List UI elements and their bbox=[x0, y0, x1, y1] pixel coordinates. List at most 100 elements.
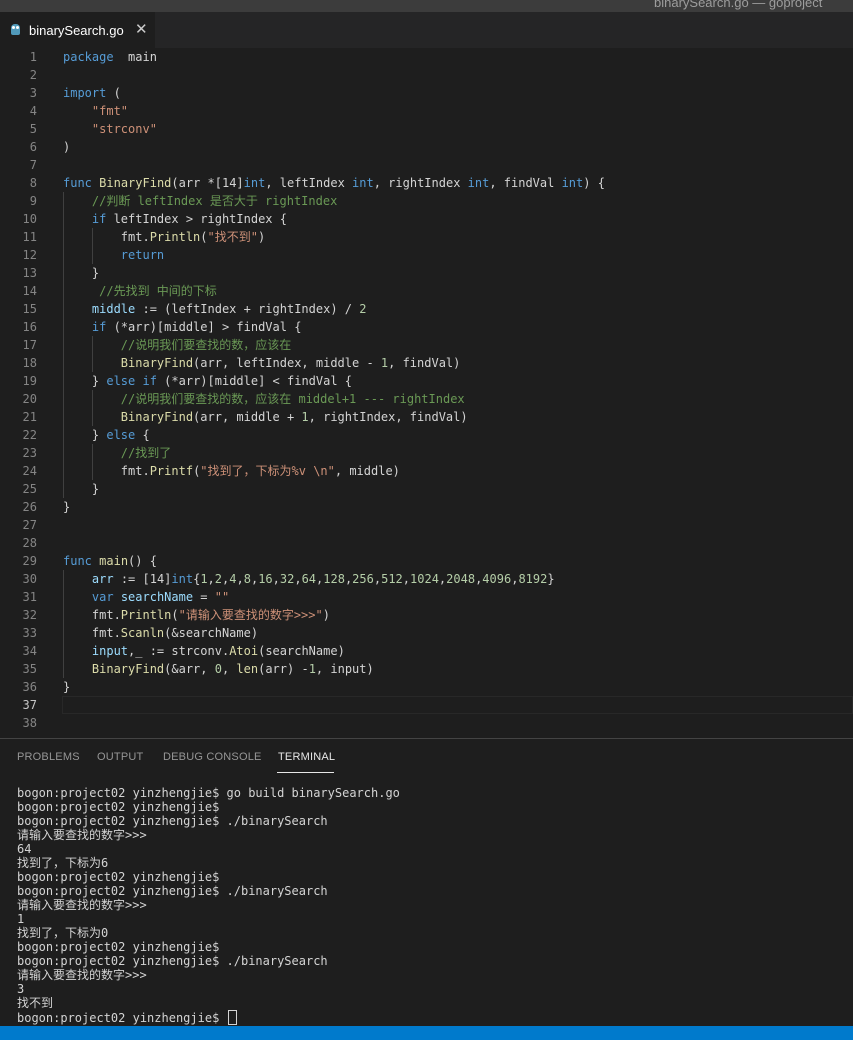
code-editor[interactable]: 1 package main 2 3 import (4 "fmt" 5 "strconv… bbox=[0, 48, 853, 738]
terminal-line: bogon:project02 yinzhengjie$ ./binarySea… bbox=[17, 954, 400, 968]
current-line-highlight bbox=[62, 696, 853, 714]
code-line[interactable]: 7 bbox=[0, 156, 853, 174]
code-line[interactable]: 10 if leftIndex > rightIndex { bbox=[0, 210, 853, 228]
terminal-line-text: bogon:project02 yinzhengjie$ bbox=[17, 800, 220, 814]
code-line[interactable]: 24 fmt.Printf("找到了，下标为%v \n", middle) bbox=[0, 462, 853, 480]
line-number: 32 bbox=[22, 608, 37, 622]
code-line[interactable]: 15 middle := (leftIndex + rightIndex) / … bbox=[0, 300, 853, 318]
code-line[interactable]: 32 fmt.Println("请输入要查找的数字>>>") bbox=[0, 606, 853, 624]
line-number: 12 bbox=[22, 248, 37, 262]
code-line[interactable]: 18 BinaryFind(arr, leftIndex, middle - 1… bbox=[0, 354, 853, 372]
code-token: //先找到 中间的下标 bbox=[99, 284, 217, 298]
code-token: BinaryFind bbox=[91, 662, 165, 676]
code-token: 128 bbox=[323, 572, 345, 586]
code-line[interactable]: 16 if (*arr)[middle] > findVal { bbox=[0, 318, 853, 336]
tab-problems[interactable]: PROBLEMS bbox=[17, 751, 80, 763]
line-number: 26 bbox=[22, 500, 37, 514]
status-bar bbox=[0, 1026, 853, 1040]
tab-output[interactable]: OUTPUT bbox=[97, 751, 143, 763]
code-token: , bbox=[221, 662, 237, 676]
terminal-line-text: 3 bbox=[17, 982, 25, 996]
code-line[interactable]: 26} bbox=[0, 498, 853, 516]
code-line[interactable]: 31 var searchName = "" bbox=[0, 588, 853, 606]
tab-terminal[interactable]: TERMINAL bbox=[278, 751, 335, 763]
code-token: 2048 bbox=[446, 572, 476, 586]
code-line[interactable]: 34 input,_ := strconv.Atoi(searchName) bbox=[0, 642, 853, 660]
code-line[interactable]: 17 //说明我们要查找的数，应该在 bbox=[0, 336, 853, 354]
code-line[interactable]: 3 import ( bbox=[0, 84, 853, 102]
code-line[interactable]: 8 func BinaryFind(arr *[14]int, leftIndex… bbox=[0, 174, 853, 192]
code-line[interactable]: 5 "strconv" bbox=[0, 120, 853, 138]
code-line[interactable]: 36} bbox=[0, 678, 853, 696]
code-line[interactable]: 1 package main bbox=[0, 48, 853, 66]
line-number: 4 bbox=[29, 104, 37, 118]
line-number: 22 bbox=[22, 428, 37, 442]
line-number: 11 bbox=[22, 230, 37, 244]
code-line[interactable]: 14 //先找到 中间的下标 bbox=[0, 282, 853, 300]
code-token: (arr, leftIndex, middle - bbox=[193, 356, 381, 370]
code-token: func bbox=[63, 554, 92, 568]
terminal-line-text: 64 bbox=[17, 842, 32, 856]
code-line[interactable]: 12 return bbox=[0, 246, 853, 264]
code-line[interactable]: 21 BinaryFind(arr, middle + 1, rightInde… bbox=[0, 408, 853, 426]
code-line[interactable]: 11 fmt.Println("找不到") bbox=[0, 228, 853, 246]
line-number: 3 bbox=[29, 86, 37, 100]
terminal-cursor bbox=[227, 1010, 237, 1025]
code-line[interactable]: 22 } else { bbox=[0, 426, 853, 444]
terminal-line: 1 bbox=[17, 912, 400, 926]
code-token: BinaryFind bbox=[120, 356, 194, 370]
code-line[interactable]: 33 fmt.Scanln(&searchName) bbox=[0, 624, 853, 642]
code-token: 16 bbox=[258, 572, 273, 586]
code-token: input bbox=[91, 644, 129, 658]
line-number: 38 bbox=[22, 716, 37, 730]
code-line[interactable]: 9 //判断 leftIndex 是否大于 rightIndex bbox=[0, 192, 853, 210]
code-token: BinaryFind bbox=[99, 176, 172, 190]
line-number: 35 bbox=[22, 662, 37, 676]
terminal-line-text: 请输入要查找的数字>>> bbox=[17, 898, 147, 912]
code-text: input,_ := strconv.Atoi(searchName) bbox=[63, 642, 345, 660]
code-token: 1024 bbox=[410, 572, 439, 586]
tab-binarysearch-go[interactable]: binarySearch.go ✕ bbox=[0, 12, 155, 48]
code-token: 2 bbox=[359, 302, 367, 316]
code-token: ) bbox=[322, 608, 330, 622]
code-token: ( bbox=[200, 230, 208, 244]
terminal-line-text: bogon:project02 yinzhengjie$ bbox=[17, 940, 220, 954]
code-line[interactable]: 20 //说明我们要查找的数，应该在 middel+1 --- rightInd… bbox=[0, 390, 853, 408]
terminal-line-text: 请输入要查找的数字>>> bbox=[17, 968, 147, 982]
code-token: , rightIndex bbox=[373, 176, 468, 190]
tab-debug-console[interactable]: DEBUG CONSOLE bbox=[163, 751, 262, 763]
terminal-line: 找到了，下标为6 bbox=[17, 856, 400, 870]
terminal-line-text: bogon:project02 yinzhengjie$ go build bi… bbox=[17, 786, 400, 800]
code-line[interactable]: 35 BinaryFind(&arr, 0, len(arr) -1, inpu… bbox=[0, 660, 853, 678]
code-line[interactable]: 4 "fmt" bbox=[0, 102, 853, 120]
code-line[interactable]: 2 bbox=[0, 66, 853, 84]
terminal-output[interactable]: bogon:project02 yinzhengjie$ go build bi… bbox=[17, 786, 400, 1025]
code-line[interactable]: 30 arr := [14]int{1,2,4,8,16,32,64,128,2… bbox=[0, 570, 853, 588]
code-text: //说明我们要查找的数，应该在 middel+1 --- rightIndex bbox=[63, 390, 465, 408]
code-text: func main() { bbox=[63, 552, 157, 570]
code-token: := (leftIndex + rightIndex) / bbox=[135, 302, 360, 316]
code-line[interactable]: 23 //找到了 bbox=[0, 444, 853, 462]
close-tab-icon[interactable]: ✕ bbox=[135, 20, 148, 38]
line-number: 15 bbox=[22, 302, 37, 316]
code-line[interactable]: 27 bbox=[0, 516, 853, 534]
code-token: return bbox=[120, 248, 165, 262]
code-line[interactable]: 13 } bbox=[0, 264, 853, 282]
code-line[interactable]: 28 bbox=[0, 534, 853, 552]
code-token: , findVal) bbox=[388, 356, 461, 370]
code-line[interactable]: 6) bbox=[0, 138, 853, 156]
code-line[interactable]: 19 } else if (*arr)[middle] < findVal { bbox=[0, 372, 853, 390]
code-token: leftIndex > rightIndex { bbox=[106, 212, 287, 226]
code-token: fmt. bbox=[63, 626, 121, 640]
code-line[interactable]: 37 bbox=[0, 696, 853, 714]
terminal-line: bogon:project02 yinzhengjie$ bbox=[17, 870, 400, 884]
line-number: 28 bbox=[22, 536, 37, 550]
line-number: 36 bbox=[22, 680, 37, 694]
code-line[interactable]: 25 } bbox=[0, 480, 853, 498]
code-line[interactable]: 29 func main() { bbox=[0, 552, 853, 570]
code-line[interactable]: 38 bbox=[0, 714, 853, 732]
code-text: fmt.Printf("找到了，下标为%v \n", middle) bbox=[63, 462, 400, 480]
terminal-line: bogon:project02 yinzhengjie$ go build bi… bbox=[17, 786, 400, 800]
terminal-line-text: 找不到 bbox=[17, 996, 54, 1010]
